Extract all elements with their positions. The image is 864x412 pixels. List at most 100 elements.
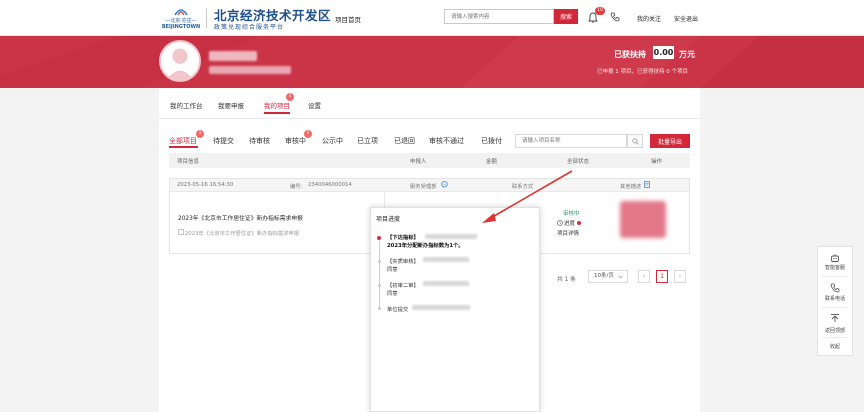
row-accept-dept: 服务受理部 [410,184,437,190]
chevron-down-icon [618,275,623,279]
tab-my-workbench[interactable]: 我的工作台 [170,100,203,110]
logo-brand-text: BEIJINGTOWN [161,24,201,30]
clock-icon [557,220,563,226]
row-number-label: 编号： [290,184,306,190]
project-search-button[interactable] [627,134,643,148]
status-tab-publicity[interactable]: 公示中 [322,136,343,146]
step-person-redacted [423,257,469,262]
status-tab-approved[interactable]: 已立项 [357,136,378,146]
document-icon[interactable] [644,181,650,188]
status-tab-paid[interactable]: 已拨付 [481,136,502,146]
active-tab-underline [264,112,290,114]
user-name-redacted [209,51,257,61]
logout-link[interactable]: 安全退出 [674,14,698,23]
support-unit: 万元 [679,50,695,59]
search-icon [631,137,639,145]
other-description-redacted [620,201,666,238]
batch-export-button[interactable]: 批量导出 [650,134,690,148]
progress-link[interactable]: 进度 [564,219,575,227]
support-summary: 已申报 1 项目，已获得扶持 0 个项目 [597,69,688,75]
col-amount: 金额 [486,159,498,165]
step-tag: 【实质审核】 [387,259,419,265]
contact-phone-button[interactable]: 联系电话 [817,295,853,302]
step-person-redacted [423,281,469,286]
row-datetime: 2023-05-16 16:54:30 [177,182,234,188]
step-person-redacted [425,234,477,239]
row-number: 2340046000014 [308,182,352,188]
status-tab-pending-submit[interactable]: 待提交 [213,136,234,146]
table-header [169,153,690,168]
avatar[interactable] [159,40,201,82]
global-search-box[interactable] [444,9,554,24]
col-action: 操作 [651,159,663,165]
status-tab-all[interactable]: 全部项目 [169,136,197,146]
next-page-button[interactable]: › [674,270,686,283]
robot-icon[interactable] [830,253,840,263]
timeline-dot [378,307,381,310]
phone-icon[interactable] [610,12,620,22]
col-applicant: 申报人 [410,159,427,165]
to-top-icon[interactable] [830,313,840,323]
col-status-filter[interactable]: 全部状态 [567,157,589,165]
prev-page-button[interactable]: ‹ [638,270,650,283]
project-search-box[interactable] [515,134,627,148]
file-icon [178,229,184,235]
tab-settings[interactable]: 设置 [308,100,321,110]
profile-banner [0,36,864,88]
step-tag: 【下达指标】 [387,235,419,241]
support-value: 0.00 [653,46,674,59]
status-tab-reviewing[interactable]: 审核中 [285,136,306,146]
support-label: 已获扶持 [614,50,646,59]
chat-icon[interactable] [441,181,448,188]
banner-pattern [0,36,864,88]
tabs-divider [159,118,700,119]
search-button[interactable]: 搜索 [554,9,578,24]
notification-badge: 10 [595,7,605,15]
page-number-button[interactable]: 1 [656,270,668,283]
global-search-input[interactable] [445,10,553,23]
step-person-redacted [412,305,470,310]
status-tab-rejected[interactable]: 审核不通过 [429,136,464,146]
progress-popup-title: 项目进度 [376,216,401,223]
logo[interactable]: —北京·亦庄— BEIJINGTOWN [160,5,202,31]
step-tag: 【初审二审】 [387,283,419,289]
row-other: 其他描述 [620,184,642,190]
timeline-dot [378,260,381,263]
nav-home-link[interactable]: 项目首页 [335,14,361,24]
top-navbar [0,0,864,36]
pagination-total: 共 1 条 [557,277,576,283]
smart-service-button[interactable]: 智能客服 [817,264,853,271]
my-follow-link[interactable]: 我的关注 [637,14,661,23]
project-search-input[interactable] [516,135,626,147]
collapse-button[interactable]: 收起 [817,343,853,350]
user-org-redacted [209,66,291,74]
my-projects-badge: 1 [286,93,294,101]
timeline-dot [377,236,381,240]
site-subtitle: 政策兑现综合服务平台 [214,24,285,31]
timeline-line [379,239,380,309]
status-tab-returned[interactable]: 已退回 [394,136,415,146]
col-project-info: 项目信息 [177,159,200,165]
timeline-dot [378,284,381,287]
back-to-top-button[interactable]: 返回顶部 [817,327,853,334]
row-contact: 联系方式 [512,184,534,190]
status-tab-reviewing-badge: 1 [304,130,312,138]
progress-red-dot [577,221,581,225]
status-tab-underline [169,146,198,148]
tab-my-projects[interactable]: 我的项目 [264,100,290,110]
status-tab-pending-review[interactable]: 待审核 [249,136,270,146]
logo-divider [206,8,207,28]
status-badge: 审核中 [563,211,580,217]
status-tab-all-badge: 1 [196,130,204,138]
step-note: 同意 [387,291,398,297]
step-note: 2023年分配新办指标数为1个。 [387,243,464,249]
logo-emblem-icon [174,9,188,16]
project-subtitle: 2023年《北京市工作居住证》新办指标需求申报 [185,231,300,237]
project-title[interactable]: 2023年《北京市工作居住证》新办指标需求申报 [178,213,303,222]
page-size-select[interactable]: 10条/页 [588,270,628,283]
project-detail-link[interactable]: 项目详情 [557,229,579,237]
step-tag: 单位提交 [387,307,409,313]
phone-icon[interactable] [830,283,840,293]
tab-apply[interactable]: 我要申报 [218,100,244,110]
toolbar-divider [822,276,848,277]
